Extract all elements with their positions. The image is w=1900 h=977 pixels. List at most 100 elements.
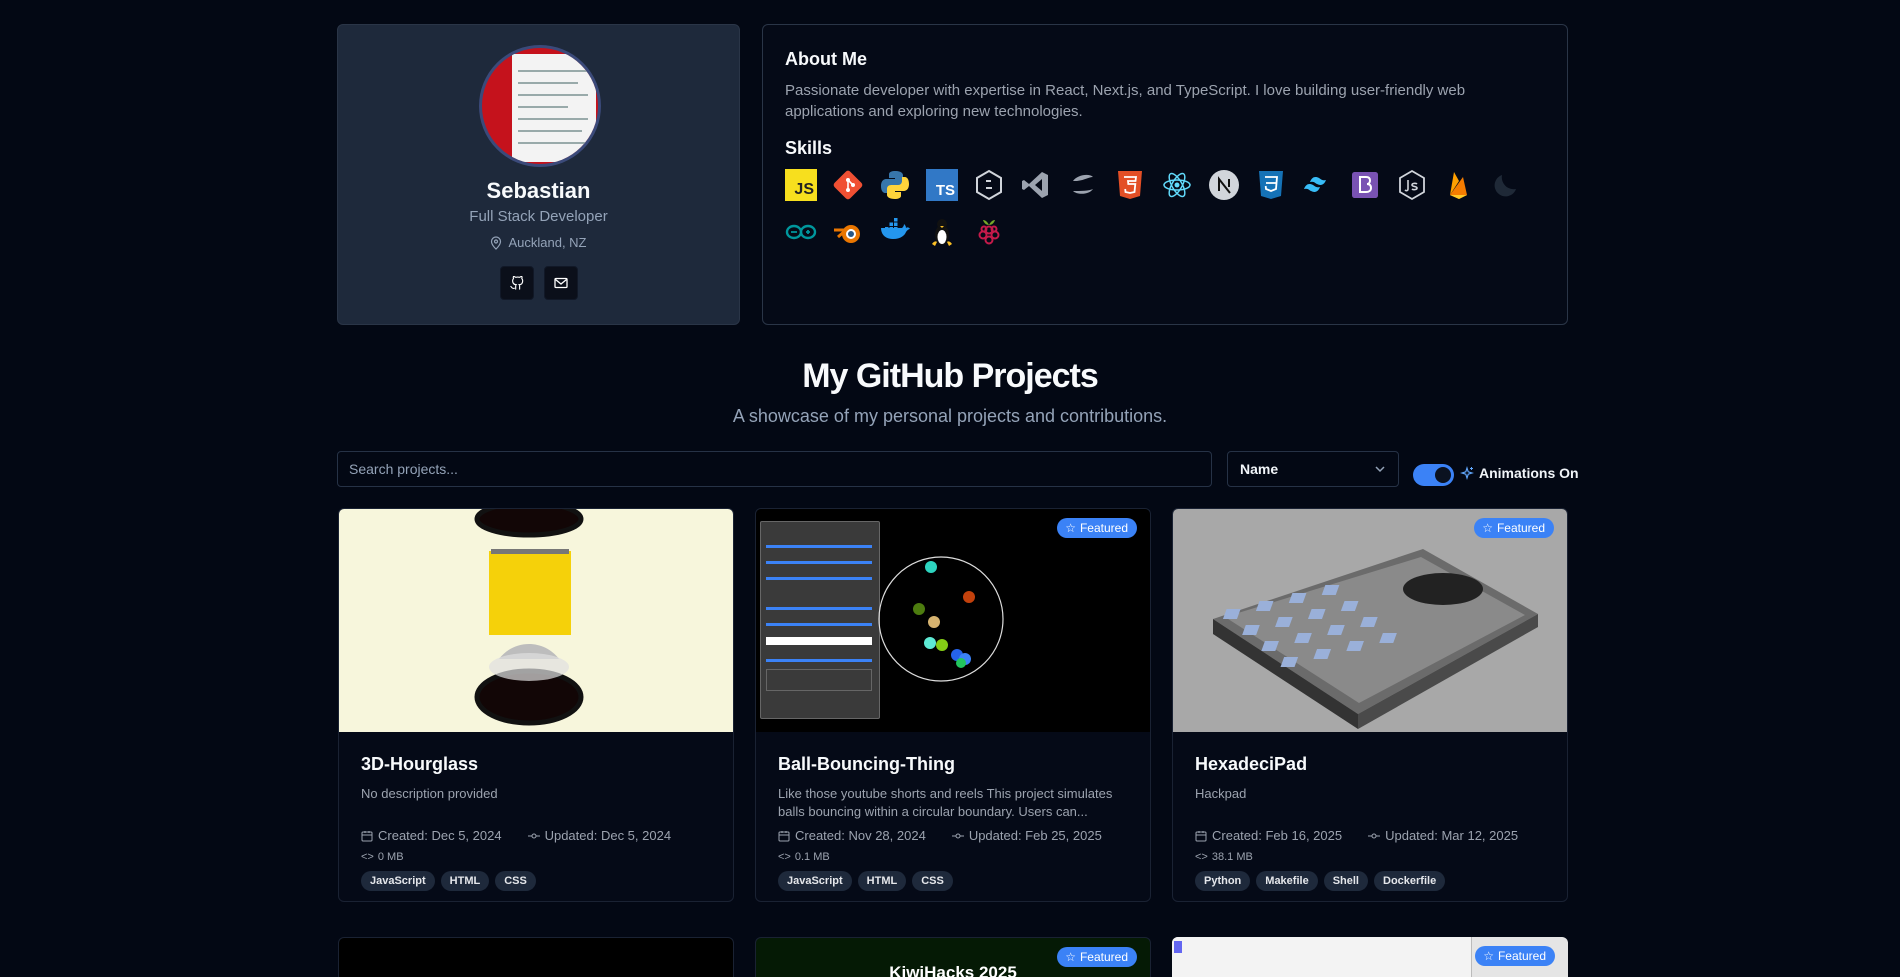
created-date: Created: Nov 28, 2024 (795, 828, 926, 843)
tag: JavaScript (361, 871, 435, 891)
commit-icon (951, 833, 964, 838)
updated-date: Updated: Mar 12, 2025 (1385, 828, 1519, 843)
css3-icon (1255, 169, 1287, 201)
skills-grid: JS TS (785, 169, 1545, 248)
project-meta: Created: Feb 16, 2025 Updated: Mar 12, 2… (1195, 828, 1518, 843)
project-title: Ball-Bouncing-Thing (778, 754, 955, 774)
star-icon: ☆ (1065, 950, 1076, 964)
project-size: <> 0.1 MB (778, 851, 830, 863)
featured-badge: ☆ Featured (1475, 946, 1555, 966)
project-card[interactable] (338, 937, 734, 977)
vscode-icon (1020, 169, 1052, 201)
calendar-icon (1195, 830, 1207, 841)
sort-select[interactable]: Name (1227, 451, 1399, 487)
project-meta: Created: Dec 5, 2024 Updated: Dec 5, 202… (361, 828, 671, 843)
github-icon (509, 276, 523, 290)
created-date: Created: Feb 16, 2025 (1212, 828, 1343, 843)
sort-value: Name (1240, 461, 1279, 477)
tag: CSS (495, 871, 536, 891)
code-icon: <> (361, 851, 374, 863)
tag: JavaScript (778, 871, 852, 891)
project-thumbnail (339, 509, 733, 732)
featured-badge: ☆ Featured (1474, 518, 1554, 538)
tailwind-icon (1302, 169, 1334, 201)
linux-icon (926, 216, 958, 248)
created-date: Created: Dec 5, 2024 (378, 828, 502, 843)
code-icon: <> (778, 851, 791, 863)
tag: HTML (857, 871, 907, 891)
arduino-icon (785, 216, 817, 248)
moon-icon (1490, 169, 1522, 201)
sparkles-icon (1460, 466, 1474, 480)
tag: Makefile (1256, 871, 1318, 891)
project-description: Like those youtube shorts and reels This… (778, 786, 1113, 819)
tag: Dockerfile (1374, 871, 1446, 891)
profile-role: Full Stack Developer (469, 208, 608, 225)
javascript-icon: JS (785, 169, 817, 201)
typescript-icon: TS (926, 169, 958, 201)
profile-card: Sebastian Full Stack Developer Auckland,… (337, 24, 740, 325)
swift-icon (1067, 169, 1099, 201)
updated-date: Updated: Feb 25, 2025 (968, 828, 1102, 843)
star-icon: ☆ (1065, 521, 1076, 535)
raspberrypi-icon (973, 216, 1005, 248)
project-tags: JavaScript HTML CSS (778, 871, 953, 891)
profile-location: Auckland, NZ (338, 235, 739, 250)
about-card: About Me Passionate developer with exper… (762, 24, 1568, 325)
project-size: <> 0 MB (361, 851, 404, 863)
chevron-down-icon (1375, 466, 1385, 473)
bash-icon (973, 169, 1005, 201)
code-icon: <> (1195, 851, 1208, 863)
projects-title: My GitHub Projects (802, 357, 1099, 395)
tag: HTML (440, 871, 490, 891)
nodejs-icon (1396, 169, 1428, 201)
skills-title: Skills (785, 138, 833, 158)
git-icon (832, 169, 864, 201)
updated-date: Updated: Dec 5, 2024 (544, 828, 672, 843)
project-description: Hackpad (1195, 786, 1247, 801)
tag: CSS (912, 871, 953, 891)
email-button[interactable] (543, 266, 578, 300)
commit-icon (527, 833, 540, 838)
featured-badge: ☆ Featured (1057, 518, 1137, 538)
animations-toggle[interactable] (1413, 464, 1454, 486)
project-title: HexadeciPad (1195, 754, 1308, 774)
project-meta: Created: Nov 28, 2024 Updated: Feb 25, 2… (778, 828, 1102, 843)
bootstrap-icon (1349, 169, 1381, 201)
calendar-icon (361, 830, 373, 841)
project-card[interactable]: ☆ Featured (1172, 937, 1568, 977)
blender-icon (832, 216, 864, 248)
html5-icon (1114, 169, 1146, 201)
docker-icon (879, 216, 911, 248)
project-card[interactable]: ☆ Featured HexadeciPad Hackpad Created: F… (1172, 508, 1568, 902)
map-pin-icon (491, 235, 502, 250)
social-links (338, 266, 739, 300)
projects-subtitle: A showcase of my personal projects and c… (732, 406, 1168, 426)
python-icon (879, 169, 911, 201)
location-text: Auckland, NZ (508, 235, 587, 250)
tag: Shell (1323, 871, 1368, 891)
avatar (479, 45, 601, 167)
animations-label: Animations On (1460, 465, 1579, 481)
about-title: About Me (785, 49, 867, 69)
project-title: 3D-Hourglass (361, 754, 479, 774)
github-button[interactable] (499, 266, 534, 300)
project-thumbnail (1173, 509, 1567, 732)
project-card[interactable]: ☆ Featured Ball-Bouncing-Thing Like those… (755, 508, 1151, 902)
profile-name: Sebastian (486, 178, 591, 203)
project-tags: Python Makefile Shell Dockerfile (1195, 871, 1446, 891)
star-icon: ☆ (1482, 521, 1493, 535)
nextjs-icon (1208, 169, 1240, 201)
project-tags: JavaScript HTML CSS (361, 871, 536, 891)
about-text: Passionate developer with expertise in R… (785, 82, 1466, 120)
search-input[interactable] (337, 451, 1212, 487)
project-description: No description provided (361, 786, 498, 801)
firebase-icon (1443, 169, 1475, 201)
calendar-icon (778, 830, 790, 841)
project-thumbnail (756, 509, 1150, 732)
project-card[interactable]: KiwiHacks 2025 ☆ Featured (755, 937, 1151, 977)
project-size: <> 38.1 MB (1195, 851, 1253, 863)
react-icon (1161, 169, 1193, 201)
project-card[interactable]: 3D-Hourglass No description provided Cre… (338, 508, 734, 902)
mail-icon (553, 277, 568, 289)
